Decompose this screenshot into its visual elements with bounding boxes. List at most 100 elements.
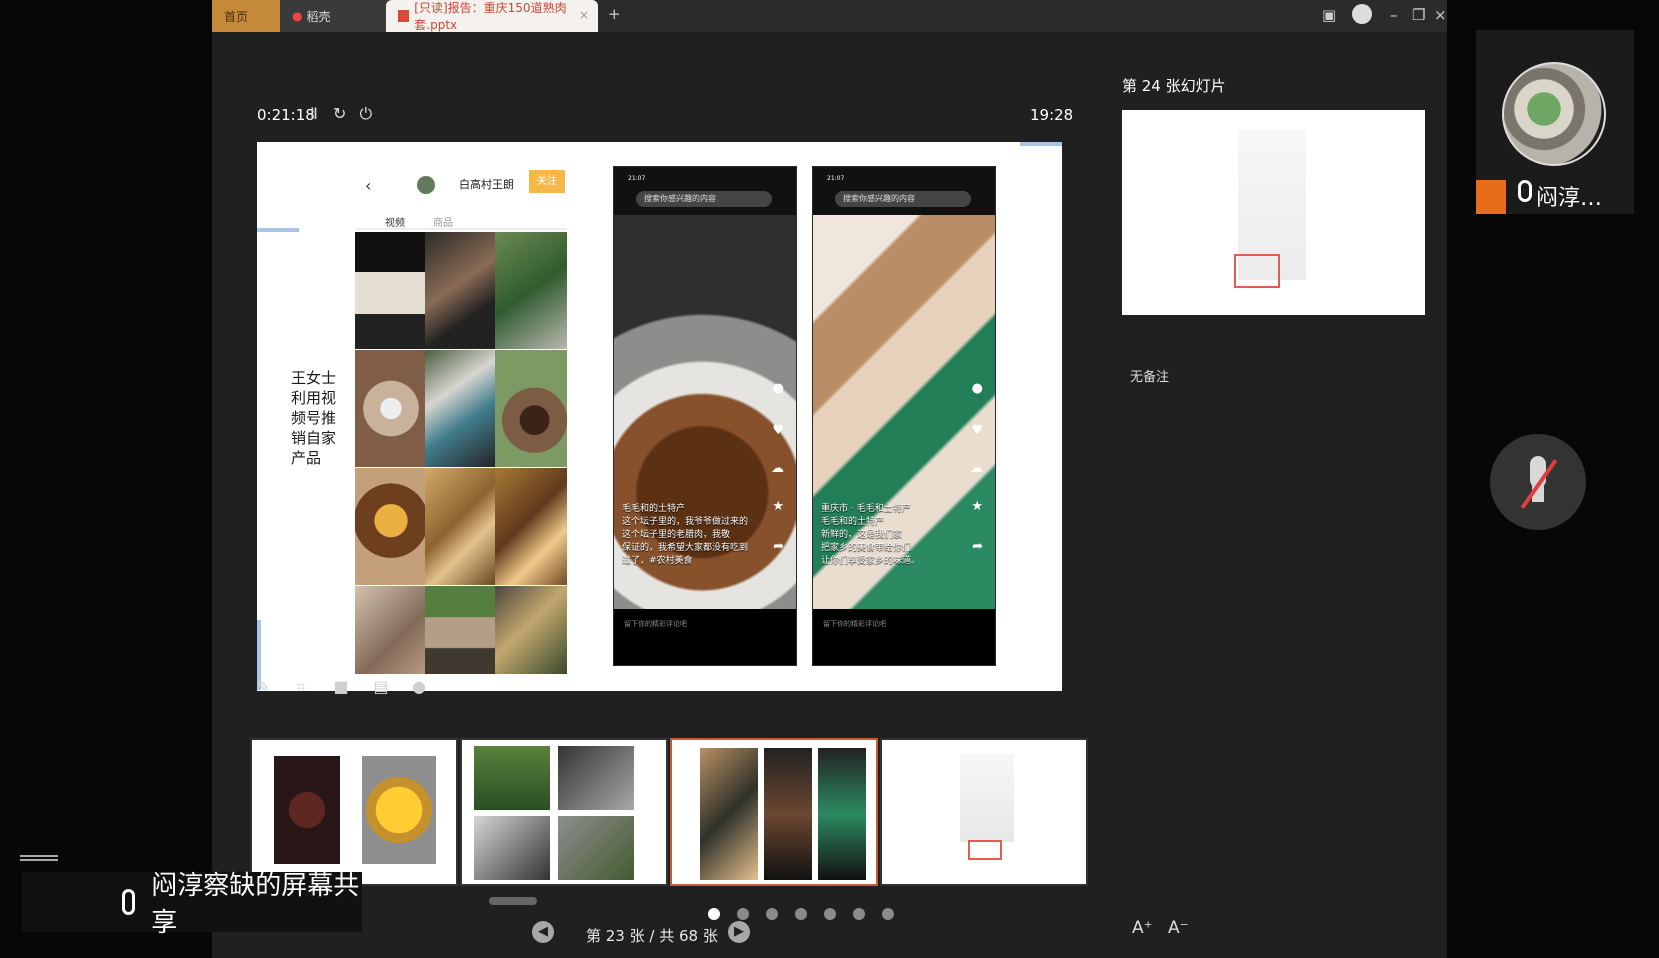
notes-icon[interactable]: ▤ — [368, 674, 394, 700]
presentation-tab[interactable]: [只读]报告：重庆150道熟肉套.pptx × — [386, 0, 598, 32]
highlight-thumbnail — [968, 840, 1002, 860]
slide-corner-bar — [1020, 142, 1062, 146]
screen-share-text: 闷淳察缺的屏幕共享 — [151, 871, 360, 938]
profile-name: 白高村王朗 — [459, 178, 514, 191]
phone-screenshot-packages: 21:07 搜索你感兴趣的内容 ● ♥ ☁ ★ ➦ 重庆市 · 毛毛和土特产 毛… — [812, 166, 996, 666]
phone-bottom-bar — [614, 609, 796, 665]
presentation-toolbar: ✎ ⌗ ■ ▤ ● — [250, 674, 450, 704]
participant-mic-icon — [1518, 180, 1532, 202]
camera-icon[interactable]: ■ — [328, 674, 354, 700]
presenter-view: 0:21:18 Ⅱ ↻ ⏻ 19:28 王女士 利用视 频号推 销自家 产品 ‹… — [212, 32, 1112, 958]
page-dot[interactable] — [853, 908, 865, 920]
power-icon[interactable]: ⏻ — [359, 104, 372, 123]
current-clock: 19:28 — [1030, 106, 1074, 124]
goods-tab-label: 商品 — [433, 218, 453, 229]
food-thumbnail — [274, 756, 340, 864]
food-thumbnail — [362, 756, 436, 864]
phone-screenshot-jar: 21:07 搜索你感兴趣的内容 ● ♥ ☁ ★ ➦ 毛毛和的土特产 这个坛子里的… — [613, 166, 797, 666]
pause-icon[interactable]: Ⅱ — [310, 104, 318, 123]
page-dot[interactable] — [795, 908, 807, 920]
comment-icon: ☁ — [970, 461, 983, 476]
current-slide-thumbnail[interactable] — [670, 738, 878, 886]
video-thumbnail — [355, 350, 427, 467]
more-icon[interactable]: ● — [406, 674, 432, 700]
window-layout-icon[interactable]: ▣ — [1322, 6, 1336, 24]
page-dot[interactable] — [766, 908, 778, 920]
decrease-font-button[interactable]: A⁻ — [1168, 918, 1189, 938]
phone-status-time: 21:07 — [827, 175, 845, 182]
reset-icon[interactable]: ↻ — [333, 104, 346, 123]
video-thumbnail — [425, 586, 497, 674]
next-slide-preview[interactable] — [1122, 110, 1425, 315]
current-slide: 王女士 利用视 频号推 销自家 产品 ‹ 白高村王朗 关注 视频 商品 21:0… — [257, 142, 1062, 691]
restore-button[interactable]: ❐ — [1412, 6, 1425, 24]
daoke-logo-icon: ● — [292, 9, 303, 23]
page-dot[interactable] — [708, 908, 720, 920]
close-button[interactable]: × — [1434, 6, 1447, 24]
timer-controls: Ⅱ ↻ ⏻ — [310, 104, 372, 124]
font-size-controls: A⁺ A⁻ — [1132, 918, 1189, 938]
video-thumbnail — [355, 586, 427, 674]
page-dot[interactable] — [737, 908, 749, 920]
creator-avatar-icon: ● — [772, 381, 784, 396]
screenshot-icon[interactable]: ⌗ — [288, 674, 314, 700]
pen-icon[interactable]: ✎ — [250, 674, 276, 700]
presenter-notes-panel: 第 24 张幻灯片 无备注 A⁺ A⁻ — [1112, 32, 1447, 958]
heart-icon: ♥ — [971, 423, 983, 438]
phone-search-field: 搜索你感兴趣的内容 — [636, 191, 772, 207]
thumbnail-scrollbar[interactable] — [489, 897, 537, 905]
presentation-tab-label: [只读]报告：重庆150道熟肉套.pptx — [414, 1, 567, 32]
jar-video-caption: 毛毛和的土特产 这个坛子里的，我爷爷做过来的 这个坛子里的老腊肉，我敬 保证的，… — [622, 504, 749, 566]
notes-text: 无备注 — [1130, 370, 1170, 385]
star-icon: ★ — [772, 499, 784, 514]
next-slide-button[interactable]: ▶ — [728, 921, 750, 943]
video-thumbnail — [425, 350, 497, 467]
share-arrow-icon: ➦ — [972, 539, 983, 554]
slide-caption: 王女士 利用视 频号推 销自家 产品 — [291, 369, 337, 467]
slide-thumbnail[interactable] — [250, 738, 458, 886]
add-tab-button[interactable]: + — [608, 5, 621, 23]
profile-divider — [355, 228, 567, 230]
page-dots — [708, 908, 918, 922]
video-thumbnail — [355, 232, 427, 349]
comment-input-placeholder: 留下你的精彩评论吧 — [624, 620, 687, 628]
page-dot[interactable] — [824, 908, 836, 920]
slide-thumbnail[interactable] — [880, 738, 1088, 886]
minimize-button[interactable]: – — [1390, 6, 1398, 24]
equipment-thumbnail — [558, 746, 634, 810]
share-arrow-icon: ➦ — [773, 539, 784, 554]
mute-microphone-button[interactable] — [1490, 434, 1586, 530]
slide-thumbnail[interactable] — [460, 738, 668, 886]
video-thumbnail — [495, 232, 567, 349]
comment-icon: ☁ — [771, 461, 784, 476]
jar-thumbnail — [764, 748, 812, 880]
follow-button: 关注 — [529, 170, 565, 193]
profile-avatar — [417, 176, 435, 194]
home-tab[interactable]: 首页 — [212, 0, 280, 32]
packages-video-caption: 重庆市 · 毛毛和土特产 毛毛和的土特产 新鲜的，这是我们家 把家乡的美食带给你… — [821, 504, 921, 566]
phone-bottom-bar — [813, 609, 995, 665]
daoke-tab-label: 稻壳 — [306, 9, 331, 24]
document-thumbnail — [960, 754, 1014, 842]
previous-slide-button[interactable]: ◀ — [532, 921, 554, 943]
daoke-tab[interactable]: ● 稻壳 — [280, 0, 394, 32]
share-menu-icon[interactable] — [20, 855, 58, 861]
close-tab-icon[interactable]: × — [579, 8, 589, 22]
slide-decoration-bar — [257, 228, 299, 232]
tab-bar: 首页 ● 稻壳 [只读]报告：重庆150道熟肉套.pptx × + ▣ – ❐ … — [212, 0, 1447, 32]
video-thumbnail — [425, 468, 497, 585]
video-thumbnail — [425, 232, 497, 349]
creator-avatar-icon: ● — [971, 381, 983, 396]
video-thumbnail — [495, 468, 567, 585]
video-thumbnail — [495, 350, 567, 467]
comment-input-placeholder: 留下你的精彩评论吧 — [823, 620, 886, 628]
home-tab-label: 首页 — [224, 9, 249, 24]
page-dot[interactable] — [882, 908, 894, 920]
kitchen-thumbnail — [474, 816, 550, 880]
user-avatar[interactable] — [1352, 4, 1372, 24]
preview-highlight — [1234, 254, 1280, 288]
increase-font-button[interactable]: A⁺ — [1132, 918, 1153, 938]
account-screenshot: ‹ 白高村王朗 关注 视频 商品 — [355, 166, 567, 676]
next-slide-title: 第 24 张幻灯片 — [1122, 77, 1226, 95]
back-arrow-icon: ‹ — [365, 176, 372, 195]
